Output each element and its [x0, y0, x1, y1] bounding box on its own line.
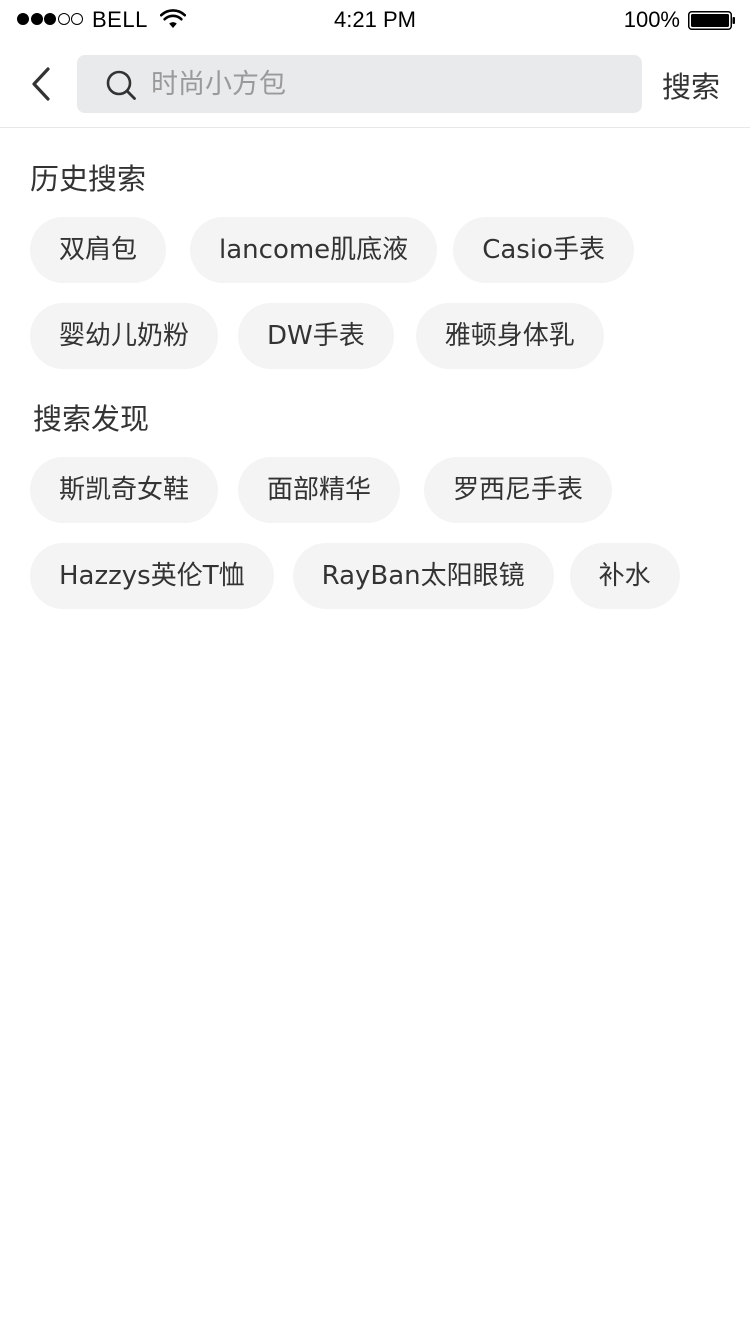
history-tag[interactable]: 雅顿身体乳 [415, 303, 604, 369]
discover-tag[interactable]: 面部精华 [238, 457, 401, 523]
history-tag-row: 双肩包 lancome肌底液 Casio手表 [30, 217, 634, 283]
discover-tag[interactable]: 斯凯奇女鞋 [30, 457, 219, 523]
discover-tag[interactable]: RayBan太阳眼镜 [292, 543, 554, 609]
search-header: 搜索 [0, 40, 750, 128]
status-bar: BELL 4:21 PM 100% [0, 0, 750, 40]
chevron-left-icon [32, 67, 50, 101]
search-box[interactable] [77, 55, 642, 113]
history-tag[interactable]: lancome肌底液 [190, 217, 438, 283]
discover-section-title: 搜索发现 [33, 402, 150, 436]
discover-tag[interactable]: Hazzys英伦T恤 [30, 543, 274, 609]
search-icon [106, 70, 136, 100]
history-tag-row: 婴幼儿奶粉 DW手表 雅顿身体乳 [30, 303, 604, 369]
battery-percentage: 100% [623, 7, 680, 32]
battery-icon [688, 11, 735, 30]
history-tag[interactable]: Casio手表 [453, 217, 634, 283]
discover-tag-row: Hazzys英伦T恤 RayBan太阳眼镜 补水 [30, 543, 680, 609]
search-button[interactable]: 搜索 [662, 64, 720, 106]
history-tag[interactable]: 婴幼儿奶粉 [30, 303, 219, 369]
history-tag[interactable]: 双肩包 [30, 217, 167, 283]
history-tag[interactable]: DW手表 [238, 303, 394, 369]
discover-tag[interactable]: 罗西尼手表 [424, 457, 613, 523]
discover-tag[interactable]: 补水 [569, 543, 680, 609]
search-input[interactable] [151, 55, 621, 113]
history-section-title: 历史搜索 [30, 162, 147, 196]
back-button[interactable] [18, 62, 62, 106]
discover-tag-row: 斯凯奇女鞋 面部精华 罗西尼手表 [30, 457, 613, 523]
